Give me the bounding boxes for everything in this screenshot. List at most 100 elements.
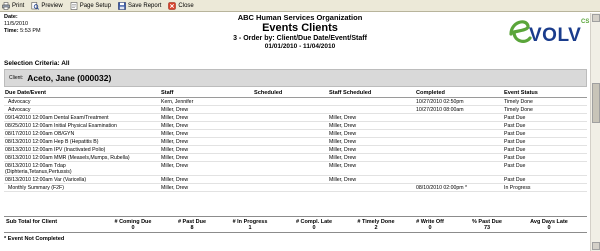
status-cell: Past Due xyxy=(504,163,526,169)
svg-text:CS: CS xyxy=(581,19,589,25)
page-setup-button[interactable]: Page Setup xyxy=(70,1,111,10)
status-cell: Timely Done xyxy=(504,107,533,113)
column-header-event-status: Event Status xyxy=(504,90,538,96)
subtotal-value: 8 xyxy=(190,225,194,231)
staff-cell: Miller, Drew xyxy=(161,163,189,169)
status-cell: Past Due xyxy=(504,177,526,183)
date-value: 11/5/2010 xyxy=(4,21,29,27)
event-cell: Advocacy xyxy=(8,107,31,113)
staff-cell: Miller, Drew xyxy=(161,139,189,145)
client-subtotal: Sub Total for Client # Coming Due 0 # Pa… xyxy=(4,216,587,233)
evolv-logo: VOLV CS xyxy=(509,19,589,46)
footnote: * Event Not Completed xyxy=(4,236,65,242)
column-header-staff-scheduled: Staff Scheduled xyxy=(329,90,372,96)
events-table: Due Date/Event Staff Scheduled Staff Sch… xyxy=(4,89,587,192)
status-cell: Timely Done xyxy=(504,99,533,105)
table-row: 08/25/2010 12:00am Initial Physical Exam… xyxy=(4,122,587,130)
status-cell: Past Due xyxy=(504,155,526,161)
event-cell: Monthly Summary (F2F) xyxy=(8,185,64,191)
staff-cell: Miller, Drew xyxy=(161,147,189,153)
staff-cell: Miller, Drew xyxy=(161,185,189,191)
staff-cell: Kern, Jennifer xyxy=(161,99,194,105)
staff-scheduled-cell: Miller, Drew xyxy=(329,139,357,145)
print-label: Print xyxy=(12,2,25,9)
printer-icon xyxy=(2,1,10,10)
table-row: Advocacy Miller, Drew 10/27/2010 08:00am… xyxy=(4,106,587,114)
staff-cell: Miller, Drew xyxy=(161,131,189,137)
status-cell: Past Due xyxy=(504,139,526,145)
subtotal-past-due: # Past Due 8 xyxy=(159,219,225,232)
table-row: 08/13/2010 12:00am IPV (Inactivated Poli… xyxy=(4,146,587,154)
subtotal-coming-due: # Coming Due 0 xyxy=(100,219,166,232)
save-report-label: Save Report xyxy=(128,2,162,9)
preview-label: Preview xyxy=(41,2,63,9)
svg-text:VOLV: VOLV xyxy=(529,25,581,46)
staff-cell: Miller, Drew xyxy=(161,155,189,161)
page-setup-icon xyxy=(70,1,77,10)
print-button[interactable]: Print xyxy=(2,1,25,10)
status-cell: In Progress xyxy=(504,185,531,191)
selection-criteria: Selection Criteria: All xyxy=(4,60,70,67)
table-header-row: Due Date/Event Staff Scheduled Staff Sch… xyxy=(4,89,587,98)
table-row: 08/13/2010 12:00am Tdap (Diphteria,Tetan… xyxy=(4,162,587,176)
event-cell: 08/13/2010 12:00am Tdap (Diphteria,Tetan… xyxy=(5,163,72,175)
subtotal-value: 0 xyxy=(547,225,551,231)
status-cell: Past Due xyxy=(504,123,526,129)
table-row: 08/13/2010 12:00am Var (Varicella) Mille… xyxy=(4,176,587,184)
scroll-thumb[interactable] xyxy=(592,83,600,123)
save-report-button[interactable]: Save Report xyxy=(118,1,162,10)
status-cell: Past Due xyxy=(504,115,526,121)
report-date-range: 01/01/2010 - 11/04/2010 xyxy=(264,43,336,50)
date-label: Date: xyxy=(4,14,18,20)
completed-cell: 10/27/2010 02:50pm xyxy=(416,99,464,105)
staff-cell: Miller, Drew xyxy=(161,123,189,129)
subtotal-value: 0 xyxy=(131,225,135,231)
close-icon xyxy=(168,1,177,10)
table-row: Advocacy Kern, Jennifer 10/27/2010 02:50… xyxy=(4,98,587,106)
save-icon xyxy=(118,1,126,10)
evolv-swoosh-icon xyxy=(509,20,532,43)
event-cell: 08/13/2010 12:00am IPV (Inactivated Poli… xyxy=(5,147,106,153)
table-row: 08/17/2010 12:00am OB/GYN Miller, Drew M… xyxy=(4,130,587,138)
close-button[interactable]: Close xyxy=(168,1,194,10)
preview-button[interactable]: Preview xyxy=(31,1,63,10)
event-cell: 08/17/2010 12:00am OB/GYN xyxy=(5,131,75,137)
scroll-down-button[interactable] xyxy=(592,242,600,250)
scroll-up-button[interactable] xyxy=(592,14,600,22)
report-title: Events Clients xyxy=(262,22,338,34)
time-label: Time: xyxy=(4,28,19,34)
event-cell: 08/13/2010 12:00am Hep B (Hepatitis B) xyxy=(5,139,99,145)
table-row: Monthly Summary (F2F) Miller, Drew 08/10… xyxy=(4,184,587,192)
staff-cell: Miller, Drew xyxy=(161,107,189,113)
subtotal-value: 1 xyxy=(248,225,252,231)
report-order: 3 - Order by: Client/Due Date/Event/Staf… xyxy=(233,35,367,42)
close-label: Close xyxy=(178,2,194,9)
column-header-completed: Completed xyxy=(416,90,445,96)
staff-scheduled-cell: Miller, Drew xyxy=(329,177,357,183)
table-row: 08/13/2010 12:00am MMR (Measels,Mumps, R… xyxy=(4,154,587,162)
client-label: Client: xyxy=(9,75,24,81)
staff-scheduled-cell: Miller, Drew xyxy=(329,115,357,121)
client-group-header: Client: Aceto, Jane (000032) xyxy=(4,69,587,87)
event-cell: 08/13/2010 12:00am Var (Varicella) xyxy=(5,177,87,183)
completed-cell: 08/10/2010 02:00pm * xyxy=(416,185,468,191)
status-cell: Past Due xyxy=(504,131,526,137)
subtotal-value: 73 xyxy=(483,225,491,231)
organization-name: ABC Human Services Organization xyxy=(237,13,363,22)
preview-icon xyxy=(31,1,40,10)
staff-scheduled-cell: Miller, Drew xyxy=(329,123,357,129)
staff-scheduled-cell: Miller, Drew xyxy=(329,131,357,137)
subtotal-percent-past-due: % Past Due 73 xyxy=(454,219,520,232)
staff-scheduled-cell: Miller, Drew xyxy=(329,163,357,169)
column-header-scheduled: Scheduled xyxy=(254,90,283,96)
subtotal-in-progress: # In Progress 1 xyxy=(217,219,283,232)
event-cell: Advocacy xyxy=(8,99,31,105)
client-name: Aceto, Jane (000032) xyxy=(27,73,112,83)
table-row: 08/13/2010 12:00am Hep B (Hepatitis B) M… xyxy=(4,138,587,146)
subtotal-value: 0 xyxy=(312,225,316,231)
vertical-scrollbar[interactable] xyxy=(590,13,600,251)
event-cell: 08/13/2010 12:00am MMR (Measels,Mumps, R… xyxy=(5,155,130,161)
event-cell: 08/25/2010 12:00am Initial Physical Exam… xyxy=(5,123,117,129)
completed-cell: 10/27/2010 08:00am xyxy=(416,107,464,113)
subtotal-avg-days-late: Avg Days Late 0 xyxy=(516,219,582,232)
